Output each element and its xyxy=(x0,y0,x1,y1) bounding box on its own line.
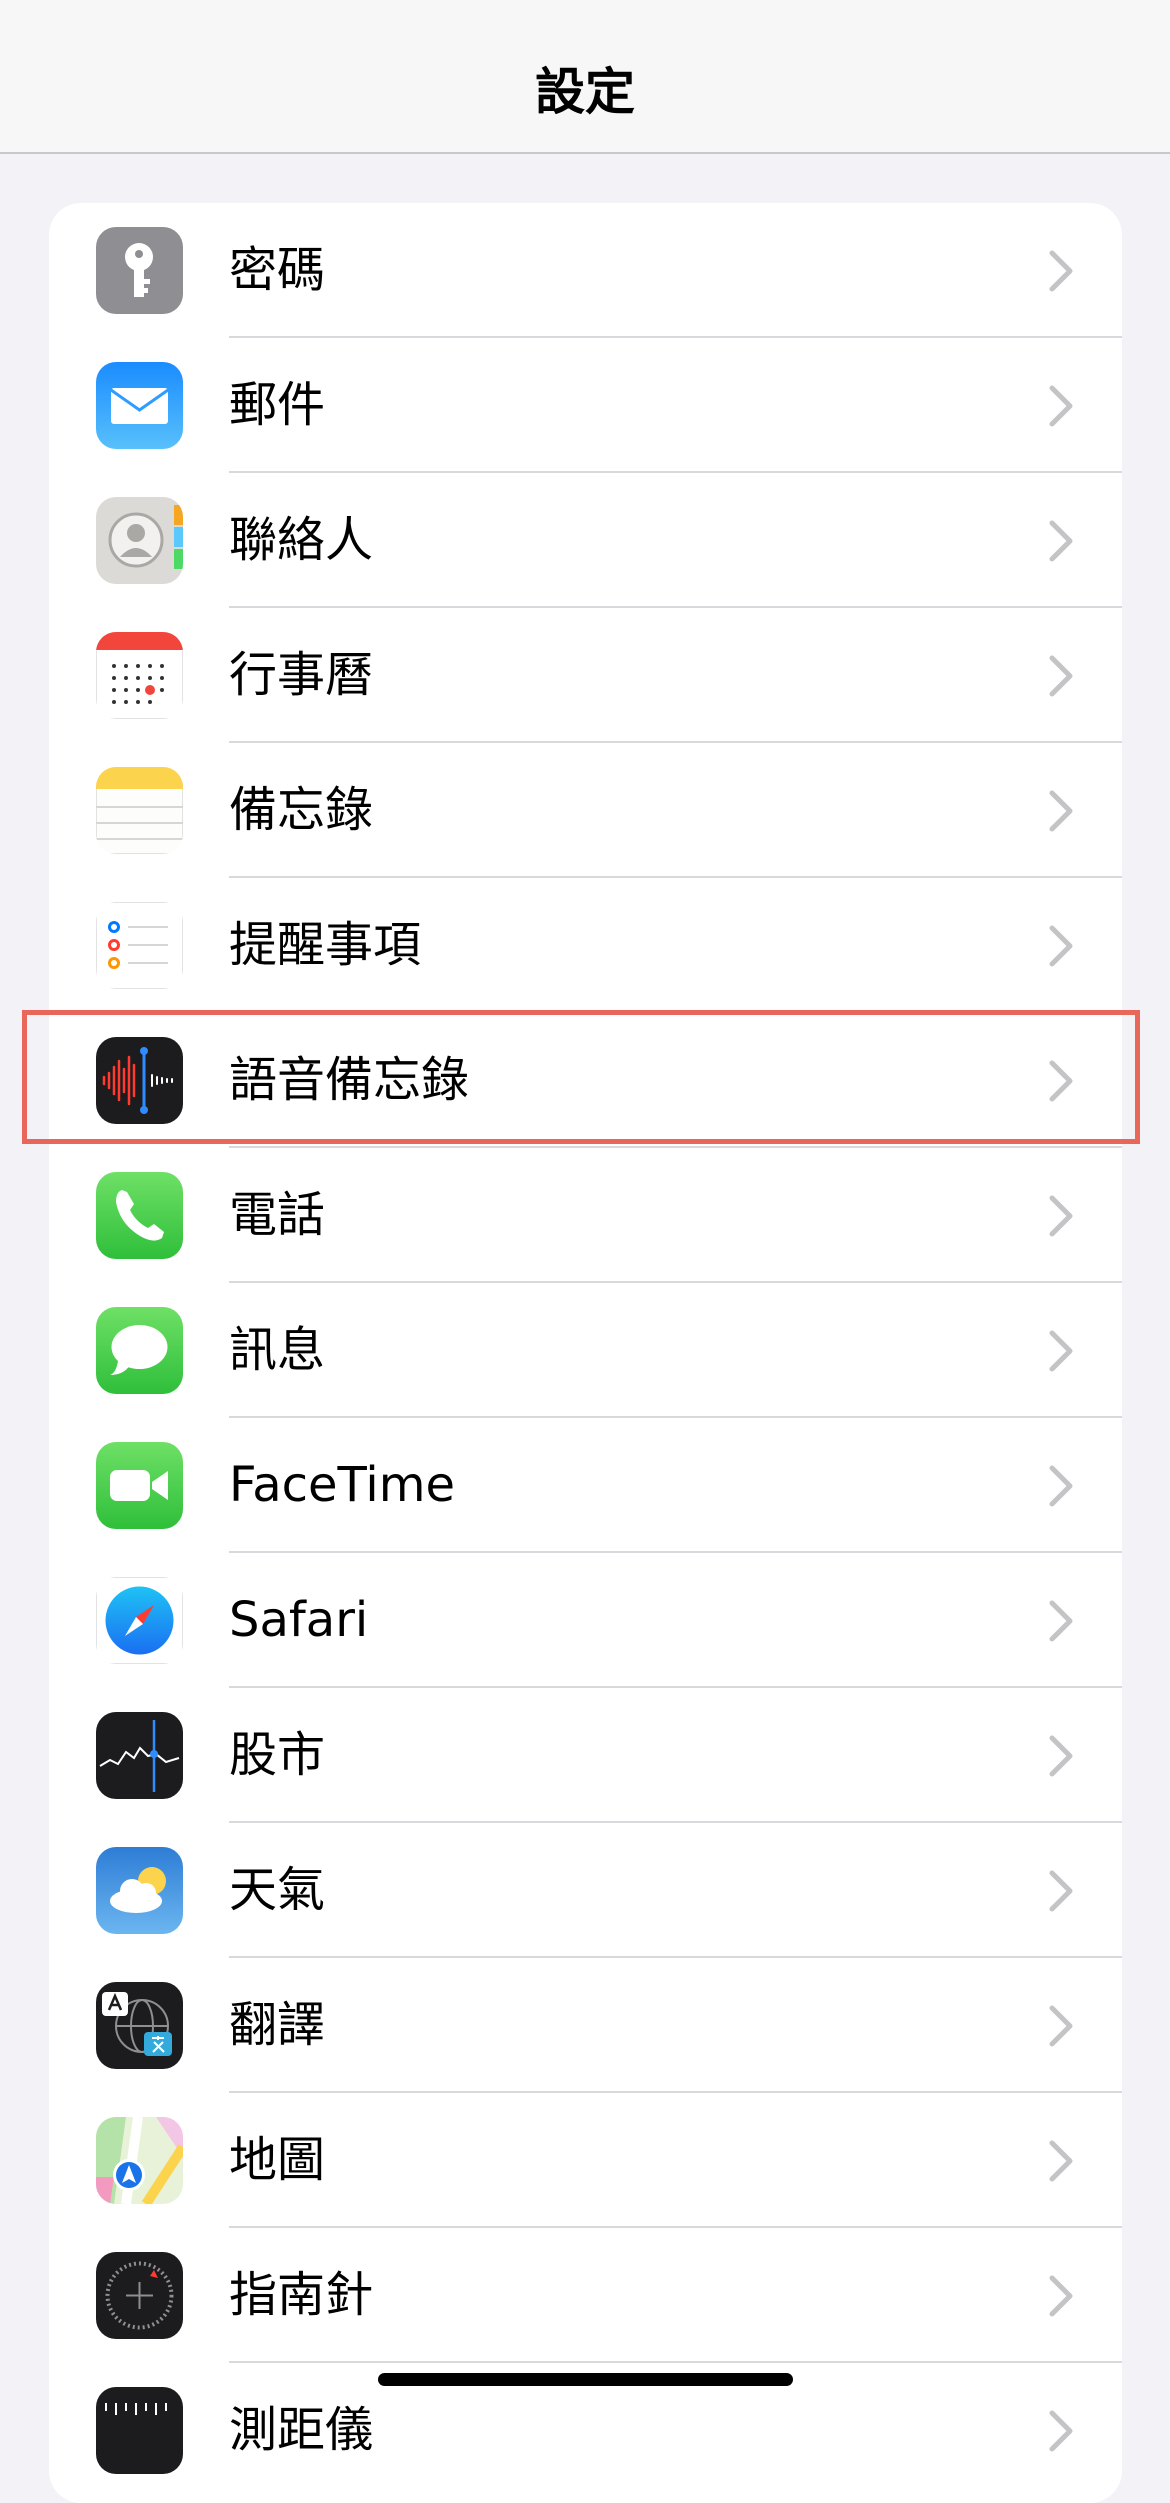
settings-row-calendar[interactable]: 行事曆 xyxy=(49,608,1122,743)
settings-row-label: FaceTime xyxy=(229,1457,456,1513)
reminders-icon xyxy=(96,902,183,989)
settings-row-label: 提醒事項 xyxy=(229,917,422,973)
settings-row-reminders[interactable]: 提醒事項 xyxy=(49,878,1122,1013)
settings-row-label: 指南針 xyxy=(229,2267,374,2323)
chevron-right-icon xyxy=(1049,1735,1073,1777)
chevron-right-icon xyxy=(1049,1330,1073,1372)
chevron-right-icon xyxy=(1049,1870,1073,1912)
settings-row-label: 郵件 xyxy=(229,377,326,433)
measure-icon xyxy=(96,2387,183,2474)
chevron-right-icon xyxy=(1049,790,1073,832)
settings-row-weather[interactable]: 天氣 xyxy=(49,1823,1122,1958)
settings-row-label: 電話 xyxy=(229,1187,326,1243)
chevron-right-icon xyxy=(1049,1195,1073,1237)
navigation-bar: 設定 xyxy=(0,0,1170,154)
settings-row-label: 天氣 xyxy=(229,1862,326,1918)
contacts-icon xyxy=(96,497,183,584)
settings-row-maps[interactable]: 地圖 xyxy=(49,2093,1122,2228)
chevron-right-icon xyxy=(1049,250,1073,292)
chevron-right-icon xyxy=(1049,1465,1073,1507)
settings-row-label: 密碼 xyxy=(229,242,326,298)
settings-row-label: 聯絡人 xyxy=(229,512,374,568)
settings-row-facetime[interactable]: FaceTime xyxy=(49,1418,1122,1553)
chevron-right-icon xyxy=(1049,2275,1073,2317)
page-title: 設定 xyxy=(535,63,635,121)
mail-icon xyxy=(96,362,183,449)
key-icon xyxy=(96,227,183,314)
chevron-right-icon xyxy=(1049,520,1073,562)
weather-icon xyxy=(96,1847,183,1934)
settings-row-phone[interactable]: 電話 xyxy=(49,1148,1122,1283)
settings-row-notes[interactable]: 備忘錄 xyxy=(49,743,1122,878)
chevron-right-icon xyxy=(1049,2140,1073,2182)
settings-row-translate[interactable]: 翻譯 xyxy=(49,1958,1122,2093)
stocks-icon xyxy=(96,1712,183,1799)
settings-list: 密碼 郵件 聯絡人 行事曆 備忘錄 提醒事項 語音備忘錄 電話 訊息 FaceT… xyxy=(49,203,1122,2503)
settings-row-label: 翻譯 xyxy=(229,1997,326,2053)
settings-row-label: Safari xyxy=(229,1592,369,1648)
home-indicator[interactable] xyxy=(378,2373,793,2386)
settings-row-label: 行事曆 xyxy=(229,647,374,703)
settings-row-label: 股市 xyxy=(229,1727,326,1783)
settings-row-safari[interactable]: Safari xyxy=(49,1553,1122,1688)
translate-icon xyxy=(96,1982,183,2069)
calendar-icon xyxy=(96,632,183,719)
settings-row-passwords[interactable]: 密碼 xyxy=(49,203,1122,338)
settings-row-stocks[interactable]: 股市 xyxy=(49,1688,1122,1823)
facetime-icon xyxy=(96,1442,183,1529)
notes-icon xyxy=(96,767,183,854)
settings-row-messages[interactable]: 訊息 xyxy=(49,1283,1122,1418)
settings-row-label: 訊息 xyxy=(229,1322,326,1378)
messages-icon xyxy=(96,1307,183,1394)
settings-row-label: 備忘錄 xyxy=(229,782,374,838)
maps-icon xyxy=(96,2117,183,2204)
chevron-right-icon xyxy=(1049,925,1073,967)
safari-icon xyxy=(96,1577,183,1664)
settings-row-label: 地圖 xyxy=(229,2132,326,2188)
compass-icon xyxy=(96,2252,183,2339)
chevron-right-icon xyxy=(1049,2005,1073,2047)
settings-row-contacts[interactable]: 聯絡人 xyxy=(49,473,1122,608)
settings-row-mail[interactable]: 郵件 xyxy=(49,338,1122,473)
chevron-right-icon xyxy=(1049,655,1073,697)
settings-row-compass[interactable]: 指南針 xyxy=(49,2228,1122,2363)
settings-row-label: 測距儀 xyxy=(229,2402,374,2458)
chevron-right-icon xyxy=(1049,2410,1073,2452)
phone-icon xyxy=(96,1172,183,1259)
chevron-right-icon xyxy=(1049,1600,1073,1642)
chevron-right-icon xyxy=(1049,385,1073,427)
highlight-box xyxy=(22,1010,1140,1144)
